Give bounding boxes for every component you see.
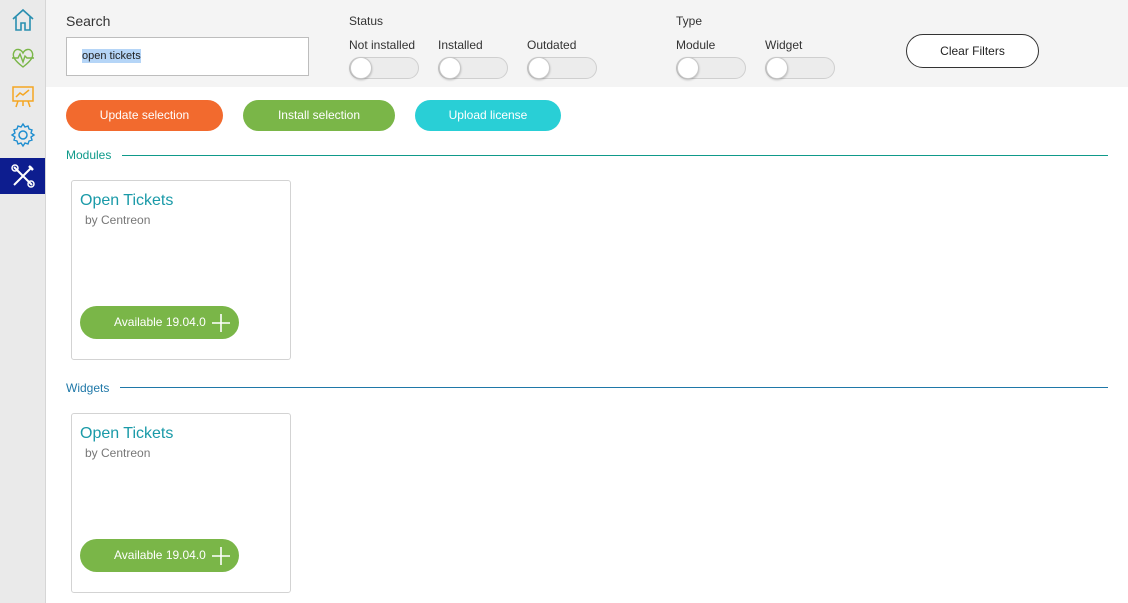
clear-filters-button[interactable]: Clear Filters bbox=[906, 34, 1039, 68]
widgets-section-title: Widgets bbox=[66, 381, 110, 395]
toggle-knob bbox=[677, 57, 699, 79]
status-installed-label: Installed bbox=[438, 38, 483, 52]
module-card[interactable]: Open Tickets by Centreon Available 19.04… bbox=[71, 180, 291, 360]
toggle-knob bbox=[528, 57, 550, 79]
module-card-author: by Centreon bbox=[85, 213, 151, 227]
plus-icon bbox=[212, 547, 230, 565]
nav-administration[interactable] bbox=[0, 158, 45, 194]
sidebar bbox=[0, 0, 46, 603]
widget-card[interactable]: Open Tickets by Centreon Available 19.04… bbox=[71, 413, 291, 593]
home-icon bbox=[11, 8, 34, 31]
modules-section-title: Modules bbox=[66, 148, 112, 162]
type-widget-toggle[interactable] bbox=[765, 57, 835, 79]
widget-card-author: by Centreon bbox=[85, 446, 151, 460]
upload-license-button[interactable]: Upload license bbox=[415, 100, 561, 131]
type-label: Type bbox=[676, 14, 703, 28]
module-install-button[interactable]: Available 19.04.0 bbox=[80, 306, 239, 339]
search-value: open tickets bbox=[82, 49, 141, 63]
filter-bar: Search open tickets Status Not installed… bbox=[46, 0, 1128, 87]
module-install-label: Available 19.04.0 bbox=[114, 315, 206, 329]
widget-install-button[interactable]: Available 19.04.0 bbox=[80, 539, 239, 572]
nav-home[interactable] bbox=[0, 2, 45, 38]
widget-card-title[interactable]: Open Tickets bbox=[80, 425, 173, 443]
search-label: Search bbox=[66, 13, 111, 29]
toggle-knob bbox=[766, 57, 788, 79]
nav-monitoring[interactable] bbox=[0, 40, 45, 76]
module-card-title[interactable]: Open Tickets bbox=[80, 192, 173, 210]
toggle-knob bbox=[439, 57, 461, 79]
widget-install-label: Available 19.04.0 bbox=[114, 548, 206, 562]
install-selection-button[interactable]: Install selection bbox=[243, 100, 395, 131]
modules-divider bbox=[122, 155, 1108, 156]
heartbeat-icon bbox=[11, 48, 34, 68]
search-input[interactable]: open tickets bbox=[66, 37, 309, 76]
toggle-knob bbox=[350, 57, 372, 79]
widgets-divider bbox=[120, 387, 1108, 388]
status-not-installed-label: Not installed bbox=[349, 38, 416, 52]
status-outdated-label: Outdated bbox=[527, 38, 577, 52]
tools-icon bbox=[10, 164, 35, 188]
update-selection-button[interactable]: Update selection bbox=[66, 100, 223, 131]
chart-board-icon bbox=[11, 86, 34, 108]
gear-icon bbox=[10, 122, 35, 148]
plus-icon bbox=[212, 314, 230, 332]
type-module-label: Module bbox=[676, 38, 716, 52]
type-module-toggle[interactable] bbox=[676, 57, 746, 79]
nav-reporting[interactable] bbox=[0, 78, 45, 114]
status-installed-toggle[interactable] bbox=[438, 57, 508, 79]
type-widget-label: Widget bbox=[765, 38, 803, 52]
status-not-installed-toggle[interactable] bbox=[349, 57, 419, 79]
status-label: Status bbox=[349, 14, 384, 28]
nav-configuration[interactable] bbox=[0, 117, 45, 153]
status-outdated-toggle[interactable] bbox=[527, 57, 597, 79]
